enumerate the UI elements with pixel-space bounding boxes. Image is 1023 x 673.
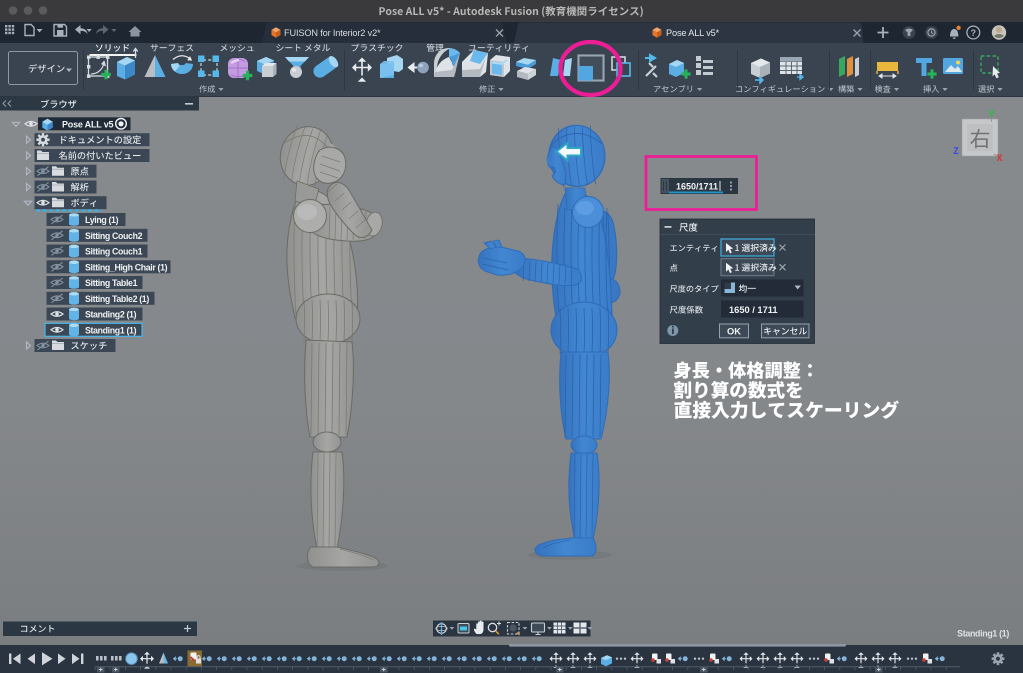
- svg-text:Pose ALL v5*: Pose ALL v5*: [666, 28, 720, 38]
- svg-text:Sitting Table2 (1): Sitting Table2 (1): [85, 294, 149, 304]
- svg-text:Standing2 (1): Standing2 (1): [85, 310, 137, 320]
- svg-text:Lying (1): Lying (1): [85, 215, 119, 225]
- svg-text:Sitting Couch1: Sitting Couch1: [85, 247, 143, 257]
- svg-text:Sitting Table1: Sitting Table1: [85, 278, 138, 288]
- svg-text:FUISON for Interior2 v2*: FUISON for Interior2 v2*: [284, 28, 381, 38]
- svg-text:Pose ALL v5: Pose ALL v5: [62, 119, 114, 129]
- svg-text:?: ?: [971, 28, 977, 38]
- svg-text:Sitting Couch2: Sitting Couch2: [85, 231, 143, 241]
- svg-text:1650 / 1711: 1650 / 1711: [729, 305, 778, 315]
- svg-text:OK: OK: [727, 326, 741, 336]
- svg-text:Standing1 (1): Standing1 (1): [85, 326, 137, 336]
- svg-text:1650/1711: 1650/1711: [676, 182, 718, 192]
- svg-text:Standing1 (1): Standing1 (1): [957, 629, 1009, 639]
- svg-text:Sitting_High Chair (1): Sitting_High Chair (1): [85, 263, 168, 273]
